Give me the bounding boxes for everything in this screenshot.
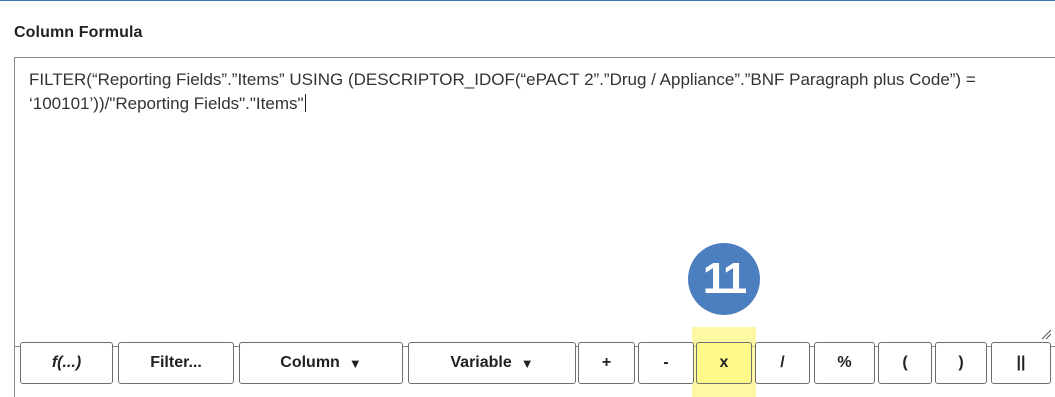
plus-button-label: + [601,354,612,371]
column-button-label: Column [280,354,340,371]
variable-button-label: Variable [450,354,512,371]
chevron-down-icon: ▼ [520,355,534,371]
variable-dropdown-button[interactable]: Variable ▼ [408,342,576,384]
close-paren-button[interactable]: ) [935,342,987,384]
percent-button[interactable]: % [814,342,875,384]
divide-button[interactable]: / [755,342,810,384]
multiply-button[interactable]: x [696,342,752,384]
function-button-label: f(...) [51,354,82,371]
concat-button[interactable]: || [991,342,1051,384]
section-title: Column Formula [14,24,143,41]
multiply-button-label: x [719,354,729,371]
percent-button-label: % [837,354,852,371]
divide-button-label: / [780,354,785,371]
function-button[interactable]: f(...) [20,342,113,384]
open-paren-button-label: ( [902,354,908,371]
column-formula-panel: Column Formula FILTER(“Reporting Fields”… [0,0,1055,397]
resize-grip-icon[interactable] [1040,328,1052,340]
chevron-down-icon: ▼ [348,355,362,371]
filter-button[interactable]: Filter... [118,342,234,384]
filter-button-label: Filter... [150,354,202,371]
formula-editor[interactable]: FILTER(“Reporting Fields”.”Items” USING … [14,57,1055,347]
open-paren-button[interactable]: ( [878,342,932,384]
plus-button[interactable]: + [578,342,635,384]
step-number-badge: 11 [688,243,760,315]
minus-button-label: - [663,354,669,371]
text-caret [304,94,306,112]
concat-button-label: || [1016,354,1026,371]
close-paren-button-label: ) [958,354,964,371]
column-dropdown-button[interactable]: Column ▼ [239,342,403,384]
formula-text-area[interactable]: FILTER(“Reporting Fields”.”Items” USING … [29,68,1049,116]
minus-button[interactable]: - [638,342,694,384]
formula-text: FILTER(“Reporting Fields”.”Items” USING … [29,70,981,113]
